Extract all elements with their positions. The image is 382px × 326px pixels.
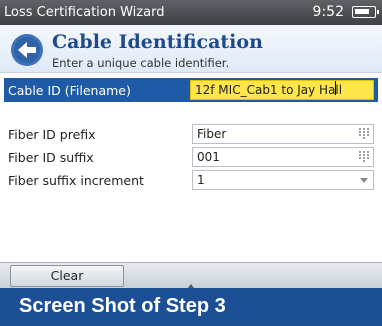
fiber-id-prefix-label: Fiber ID prefix xyxy=(8,127,96,142)
fiber-suffix-increment-label: Fiber suffix increment xyxy=(8,173,144,188)
fiber-id-suffix-value: 001 xyxy=(197,150,220,164)
chevron-down-icon[interactable] xyxy=(360,178,368,183)
cable-id-input[interactable]: 12f MIC_Cab1 to Jay Hall xyxy=(190,80,374,100)
title-bar: Loss Certification Wizard 9:52 xyxy=(0,0,382,25)
fiber-suffix-increment-select[interactable]: 1 xyxy=(192,170,374,190)
fiber-id-suffix-input[interactable]: 001 xyxy=(192,147,374,167)
clear-button[interactable]: Clear xyxy=(10,265,124,287)
caption-text: Screen Shot of Step 3 xyxy=(19,295,226,317)
fiber-suffix-increment-value: 1 xyxy=(197,173,205,187)
keypad-icon[interactable] xyxy=(359,128,369,140)
keypad-icon[interactable] xyxy=(359,151,369,163)
fiber-id-suffix-label: Fiber ID suffix xyxy=(8,150,94,165)
clock: 9:52 xyxy=(312,4,344,20)
wizard-header: Cable Identification Enter a unique cabl… xyxy=(0,25,382,73)
fiber-id-prefix-input[interactable]: Fiber xyxy=(192,124,374,144)
page-title: Cable Identification xyxy=(52,31,263,53)
page-subtitle: Enter a unique cable identifier. xyxy=(52,56,230,70)
battery-icon xyxy=(352,6,379,18)
app-title: Loss Certification Wizard xyxy=(4,5,165,20)
cable-id-label: Cable ID (Filename) xyxy=(8,83,131,98)
fiber-id-prefix-value: Fiber xyxy=(197,127,227,141)
back-arrow-icon[interactable] xyxy=(10,33,44,67)
text-cursor xyxy=(335,81,336,95)
cable-id-row: Cable ID (Filename) 12f MIC_Cab1 to Jay … xyxy=(4,78,378,102)
caption-banner: Screen Shot of Step 3 xyxy=(0,288,382,326)
